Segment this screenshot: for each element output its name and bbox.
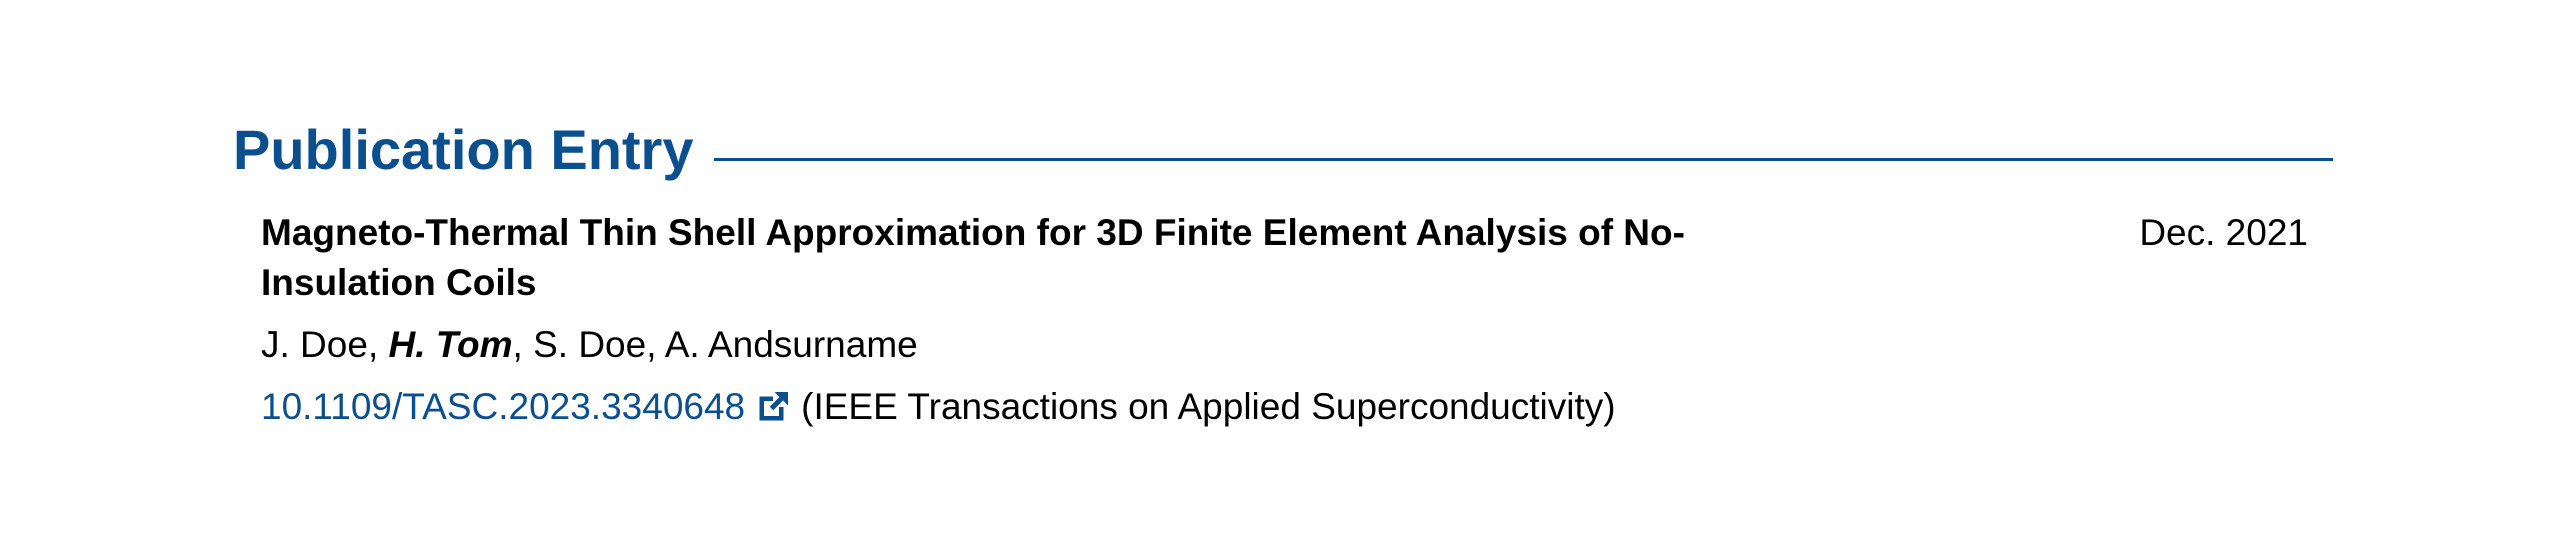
author-separator: ,: [646, 324, 665, 365]
author-list: J. Doe, H. Tom, S. Doe, A. Andsurname: [261, 320, 2333, 370]
section-title: Publication Entry: [233, 118, 694, 181]
publication-title: Magneto-Thermal Thin Shell Approximation…: [261, 212, 1685, 303]
author-name: A. Andsurname: [664, 324, 918, 365]
publication-venue-line: 10.1109/TASC.2023.3340648 (IEEE Transact…: [261, 382, 2333, 432]
author-name: S. Doe: [533, 324, 647, 365]
author-separator: ,: [367, 324, 389, 365]
author-name: J. Doe: [261, 324, 368, 365]
publication-venue: (IEEE Transactions on Applied Supercondu…: [801, 386, 1616, 427]
section-header: Publication Entry: [233, 110, 2333, 190]
section-divider: [713, 157, 2333, 161]
author-separator: ,: [512, 324, 534, 365]
publication-entry: Dec. 2021 Magneto-Thermal Thin Shell App…: [233, 208, 2333, 432]
author-name-highlighted: H. Tom: [388, 324, 513, 365]
doi-link[interactable]: 10.1109/TASC.2023.3340648: [261, 382, 745, 432]
external-link-icon[interactable]: [755, 389, 791, 425]
publication-section: Publication Entry Dec. 2021 Magneto-Ther…: [233, 110, 2333, 432]
publication-date: Dec. 2021: [2139, 212, 2308, 253]
